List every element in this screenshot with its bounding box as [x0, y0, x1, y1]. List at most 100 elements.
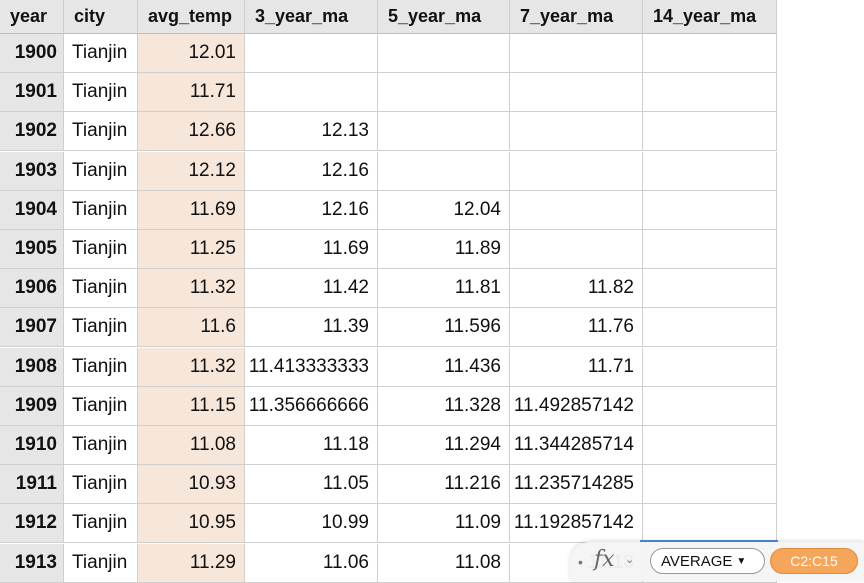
cell-3-year-ma[interactable]: 11.05 [245, 465, 378, 505]
cell-14-year-ma[interactable] [643, 112, 777, 152]
cell-7-year-ma[interactable] [510, 230, 643, 269]
cell-7-year-ma[interactable] [510, 190, 643, 230]
range-token[interactable]: C2:C15 [770, 548, 858, 574]
cell-5-year-ma[interactable]: 11.08 [378, 543, 510, 583]
cell-3-year-ma[interactable]: 11.18 [245, 426, 378, 465]
cell-year[interactable]: 1903 [0, 151, 64, 191]
cell-5-year-ma[interactable] [378, 112, 510, 152]
cell-7-year-ma[interactable]: 11.492857142 [510, 386, 643, 426]
chevron-down-icon[interactable]: ⌄ [625, 553, 634, 566]
cell-3-year-ma[interactable]: 12.13 [245, 112, 378, 152]
cell-3-year-ma[interactable]: 11.69 [245, 230, 378, 269]
cell-city[interactable]: Tianjin [64, 504, 138, 544]
cell-avg-temp[interactable]: 11.6 [138, 308, 245, 348]
cell-city[interactable]: Tianjin [64, 269, 138, 309]
column-header-3-year-ma[interactable]: 3_year_ma [245, 0, 378, 34]
cell-3-year-ma[interactable]: 11.06 [245, 543, 378, 583]
cell-year[interactable]: 1910 [0, 426, 64, 465]
cell-3-year-ma[interactable]: 12.16 [245, 190, 378, 230]
cell-5-year-ma[interactable] [378, 34, 510, 73]
cell-city[interactable]: Tianjin [64, 230, 138, 269]
cell-avg-temp[interactable]: 11.71 [138, 73, 245, 113]
cell-3-year-ma[interactable]: 10.99 [245, 504, 378, 544]
cell-3-year-ma[interactable]: 11.356666666 [245, 386, 378, 426]
cell-7-year-ma[interactable] [510, 73, 643, 113]
cell-avg-temp[interactable]: 10.95 [138, 504, 245, 544]
cell-year[interactable]: 1912 [0, 504, 64, 544]
cell-5-year-ma[interactable] [378, 73, 510, 113]
cell-14-year-ma[interactable] [643, 34, 777, 73]
cell-avg-temp[interactable]: 12.12 [138, 151, 245, 191]
cell-14-year-ma[interactable] [643, 308, 777, 348]
cell-year[interactable]: 1906 [0, 269, 64, 309]
cell-year[interactable]: 1913 [0, 543, 64, 583]
column-header-14-year-ma[interactable]: 14_year_ma [643, 0, 777, 34]
cell-avg-temp[interactable]: 11.29 [138, 543, 245, 583]
function-select[interactable]: AVERAGE ▼ [650, 548, 765, 574]
cell-14-year-ma[interactable] [643, 426, 777, 465]
cell-14-year-ma[interactable] [643, 73, 777, 113]
cell-avg-temp[interactable]: 11.32 [138, 269, 245, 309]
cell-7-year-ma[interactable] [510, 34, 643, 73]
cell-3-year-ma[interactable]: 11.42 [245, 269, 378, 309]
cell-year[interactable]: 1901 [0, 73, 64, 113]
cell-5-year-ma[interactable]: 11.328 [378, 386, 510, 426]
cell-avg-temp[interactable]: 11.25 [138, 230, 245, 269]
cell-year[interactable]: 1907 [0, 308, 64, 348]
cell-5-year-ma[interactable]: 11.294 [378, 426, 510, 465]
cell-avg-temp[interactable]: 11.69 [138, 190, 245, 230]
cell-7-year-ma[interactable]: 11.76 [510, 308, 643, 348]
cell-14-year-ma[interactable] [643, 504, 777, 544]
cell-7-year-ma[interactable]: 11.344285714 [510, 426, 643, 465]
cell-city[interactable]: Tianjin [64, 386, 138, 426]
cell-avg-temp[interactable]: 12.66 [138, 112, 245, 152]
cell-avg-temp[interactable]: 12.01 [138, 34, 245, 73]
cell-14-year-ma[interactable] [643, 386, 777, 426]
cell-7-year-ma[interactable] [510, 151, 643, 191]
cell-city[interactable]: Tianjin [64, 543, 138, 583]
cell-city[interactable]: Tianjin [64, 34, 138, 73]
cell-year[interactable]: 1911 [0, 465, 64, 505]
cell-city[interactable]: Tianjin [64, 151, 138, 191]
cell-7-year-ma[interactable] [510, 112, 643, 152]
cell-city[interactable]: Tianjin [64, 308, 138, 348]
cell-5-year-ma[interactable]: 11.436 [378, 347, 510, 387]
cell-avg-temp[interactable]: 11.32 [138, 347, 245, 387]
cell-avg-temp[interactable]: 10.93 [138, 465, 245, 505]
cell-3-year-ma[interactable]: 11.39 [245, 308, 378, 348]
cell-14-year-ma[interactable] [643, 230, 777, 269]
cell-year[interactable]: 1909 [0, 386, 64, 426]
cell-city[interactable]: Tianjin [64, 465, 138, 505]
cell-7-year-ma[interactable]: 11.82 [510, 269, 643, 309]
cell-3-year-ma[interactable] [245, 73, 378, 113]
cell-14-year-ma[interactable] [643, 151, 777, 191]
column-header-year[interactable]: year [0, 0, 64, 34]
cell-city[interactable]: Tianjin [64, 347, 138, 387]
cell-avg-temp[interactable]: 11.15 [138, 386, 245, 426]
cell-year[interactable]: 1902 [0, 112, 64, 152]
cell-year[interactable]: 1908 [0, 347, 64, 387]
cell-year[interactable]: 1904 [0, 190, 64, 230]
cell-7-year-ma[interactable]: 11.71 [510, 347, 643, 387]
column-header-city[interactable]: city [64, 0, 138, 34]
cell-5-year-ma[interactable]: 11.81 [378, 269, 510, 309]
cell-5-year-ma[interactable]: 11.89 [378, 230, 510, 269]
cell-city[interactable]: Tianjin [64, 112, 138, 152]
cell-avg-temp[interactable]: 11.08 [138, 426, 245, 465]
cell-5-year-ma[interactable]: 11.09 [378, 504, 510, 544]
cell-city[interactable]: Tianjin [64, 190, 138, 230]
cell-7-year-ma[interactable]: 11.192857142 [510, 504, 643, 544]
cell-year[interactable]: 1905 [0, 230, 64, 269]
cell-city[interactable]: Tianjin [64, 426, 138, 465]
cell-14-year-ma[interactable] [643, 190, 777, 230]
cell-14-year-ma[interactable] [643, 347, 777, 387]
cell-3-year-ma[interactable]: 12.16 [245, 151, 378, 191]
cell-5-year-ma[interactable] [378, 151, 510, 191]
column-header-avg-temp[interactable]: avg_temp [138, 0, 245, 34]
cell-14-year-ma[interactable] [643, 465, 777, 505]
cell-3-year-ma[interactable] [245, 34, 378, 73]
cell-3-year-ma[interactable]: 11.413333333 [245, 347, 378, 387]
cell-5-year-ma[interactable]: 11.216 [378, 465, 510, 505]
cell-year[interactable]: 1900 [0, 34, 64, 73]
cell-5-year-ma[interactable]: 11.596 [378, 308, 510, 348]
